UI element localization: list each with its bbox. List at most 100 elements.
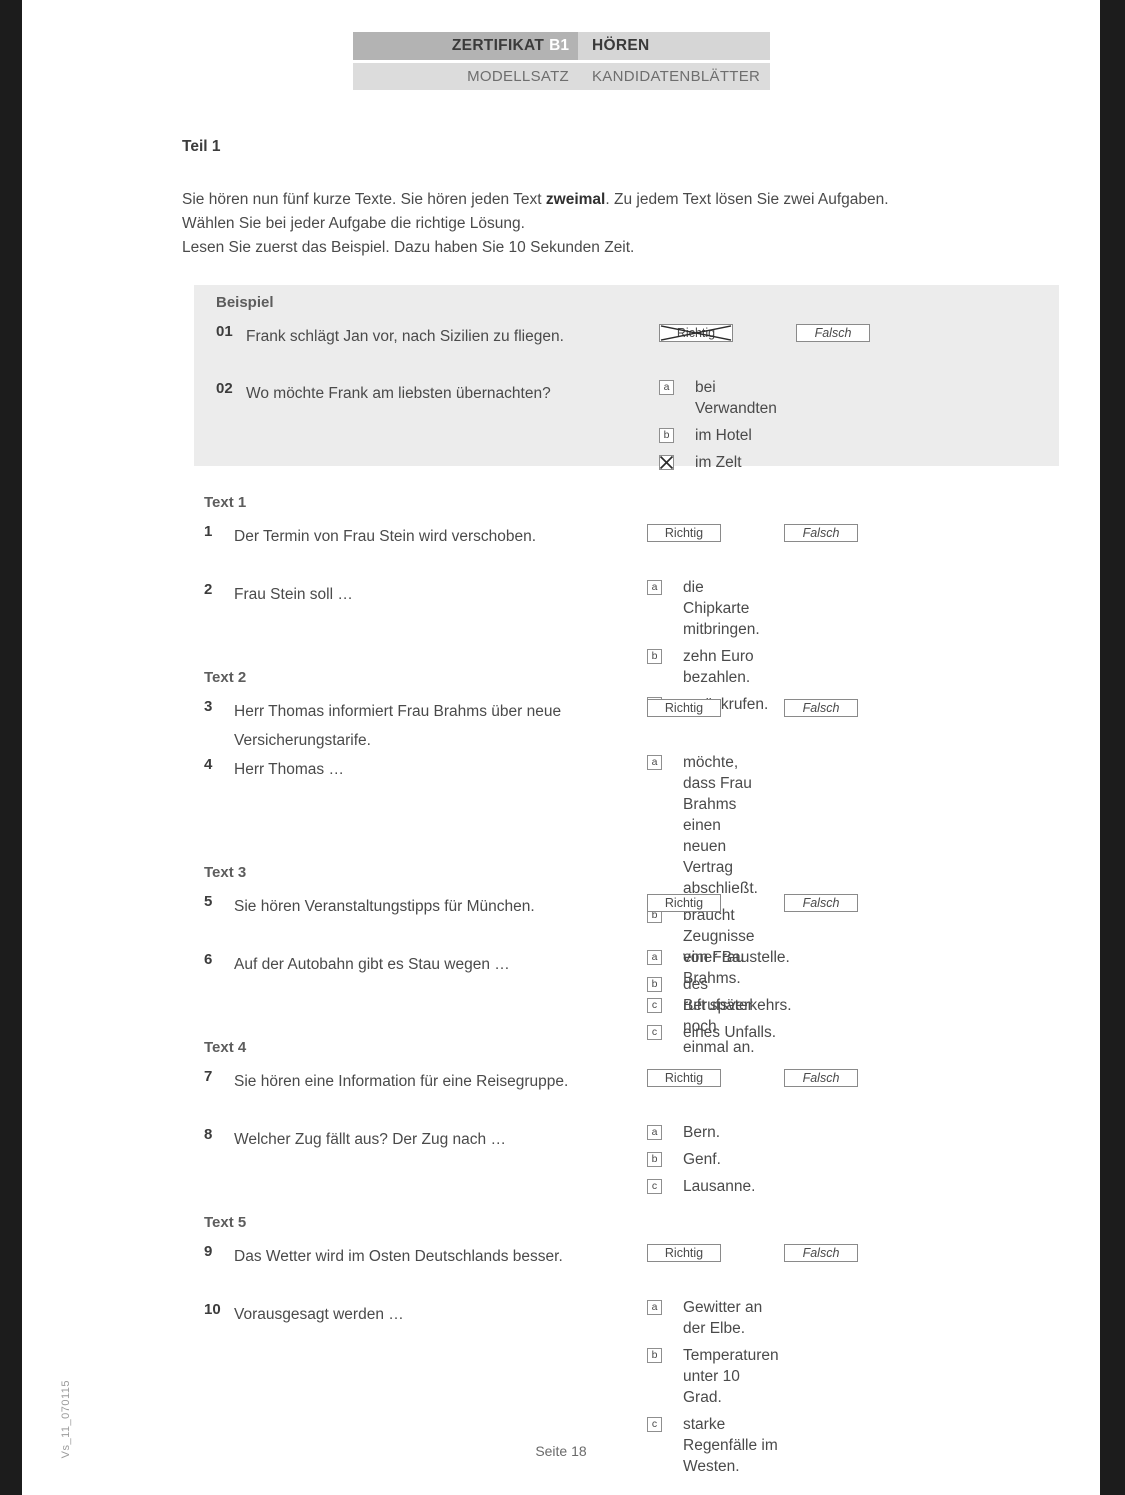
option-checkbox[interactable]: c [647, 1025, 662, 1040]
option-b[interactable]: b Genf. [647, 1149, 755, 1170]
question-number: 02 [216, 380, 233, 397]
option-a[interactable]: a bei Verwandten [659, 377, 777, 419]
header-certificate-cell: ZERTIFIKAT B1 [353, 32, 578, 60]
richtig-option[interactable]: Richtig [647, 524, 721, 542]
question-text: Der Termin von Frau Stein wird verschobe… [234, 528, 537, 545]
option-label: eines Unfalls. [683, 1024, 777, 1041]
option-b[interactable]: b zehn Euro bezahlen. [647, 646, 768, 688]
option-letter: a [663, 381, 670, 394]
question-number: 8 [204, 1126, 213, 1143]
richtig-label: Richtig [664, 896, 704, 910]
richtig-label: Richtig [664, 1071, 704, 1085]
option-letter: a [651, 951, 658, 964]
option-checkbox[interactable]: b [647, 1152, 662, 1167]
question-text: Welcher Zug fällt aus? Der Zug nach … [234, 1131, 506, 1148]
falsch-option[interactable]: Falsch [796, 324, 870, 342]
option-checkbox[interactable]: a [647, 580, 662, 595]
option-checkbox[interactable]: a [647, 1300, 662, 1315]
richtig-option[interactable]: Richtig [659, 324, 733, 342]
skill-label: HÖREN [592, 37, 650, 54]
instructions-line-1b: . Zu jedem Text lösen Sie zwei Aufgaben. [605, 191, 889, 208]
page-number-footer: Seite 18 [535, 1443, 587, 1459]
option-letter: b [651, 1153, 658, 1166]
header-sheet-cell: KANDIDATENBLÄTTER [578, 62, 770, 90]
options-group: a Bern. b Genf. c Lausanne. [647, 1122, 755, 1203]
option-label: Temperaturen unter 10 Grad. [683, 1347, 779, 1406]
option-checkbox[interactable]: b [647, 649, 662, 664]
option-c[interactable]: c Lausanne. [647, 1176, 755, 1197]
option-a[interactable]: a Bern. [647, 1122, 755, 1143]
option-label: im Zelt [695, 454, 742, 471]
falsch-label: Falsch [802, 1071, 840, 1085]
falsch-label: Falsch [802, 1246, 840, 1260]
question-number: 4 [204, 756, 213, 773]
richtig-label: Richtig [664, 701, 704, 715]
section-heading-text-1: Text 1 [204, 494, 247, 511]
richtig-option[interactable]: Richtig [647, 1069, 721, 1087]
option-checkbox[interactable]: c [647, 1179, 662, 1194]
option-a[interactable]: a Gewitter an der Elbe. [647, 1297, 779, 1339]
falsch-option[interactable]: Falsch [784, 1069, 858, 1087]
header-row-secondary: MODELLSATZ KANDIDATENBLÄTTER [353, 62, 770, 90]
option-checkbox[interactable]: a [647, 950, 662, 965]
option-label: Gewitter an der Elbe. [683, 1299, 763, 1337]
option-letter: a [651, 756, 658, 769]
question-text: Vorausgesagt werden … [234, 1306, 404, 1323]
option-checkbox[interactable]: b [647, 1348, 662, 1363]
question-number: 3 [204, 698, 213, 715]
section-heading-text-4: Text 4 [204, 1039, 247, 1056]
falsch-option[interactable]: Falsch [784, 894, 858, 912]
option-label: möchte, dass Frau Brahms einen neuen Ver… [683, 754, 758, 897]
option-checkbox-selected[interactable]: c [659, 455, 674, 470]
exam-header-banner: ZERTIFIKAT B1 HÖREN MODELLSATZ KANDIDATE… [353, 32, 770, 90]
option-letter: c [651, 1180, 658, 1193]
richtig-option[interactable]: Richtig [647, 699, 721, 717]
falsch-label: Falsch [802, 701, 840, 715]
page-title: Teil 1 [182, 138, 221, 155]
option-checkbox[interactable]: c [647, 1417, 662, 1432]
falsch-label: Falsch [802, 526, 840, 540]
option-checkbox[interactable]: b [659, 428, 674, 443]
falsch-option[interactable]: Falsch [784, 1244, 858, 1262]
option-label: Bern. [683, 1124, 721, 1141]
instructions-line-3: Lesen Sie zuerst das Beispiel. Dazu habe… [182, 239, 635, 256]
example-heading: Beispiel [216, 294, 274, 311]
option-b[interactable]: b im Hotel [659, 425, 777, 446]
richtig-option[interactable]: Richtig [647, 894, 721, 912]
option-c[interactable]: c im Zelt [659, 452, 777, 473]
question-text: Frank schlägt Jan vor, nach Sizilien zu … [246, 328, 564, 345]
option-checkbox[interactable]: a [647, 1125, 662, 1140]
option-c[interactable]: c eines Unfalls. [647, 1022, 792, 1043]
option-a[interactable]: a die Chipkarte mitbringen. [647, 577, 768, 640]
richtig-label: Richtig [664, 526, 704, 540]
question-text: Sie hören Veranstaltungstipps für Münche… [234, 898, 535, 915]
option-letter: a [651, 581, 658, 594]
question-text: Herr Thomas … [234, 761, 344, 778]
option-checkbox[interactable]: a [647, 755, 662, 770]
certificate-label: ZERTIFIKAT [451, 37, 545, 54]
options-group: a einer Baustelle. b des Berufsverkehrs.… [647, 947, 792, 1049]
question-number: 10 [204, 1301, 221, 1318]
instructions-block: Sie hören nun fünf kurze Texte. Sie höre… [182, 188, 1002, 260]
option-letter: b [651, 1349, 658, 1362]
question-number: 01 [216, 323, 233, 340]
question-text: Auf der Autobahn gibt es Stau wegen … [234, 956, 510, 973]
question-text: Herr Thomas informiert Frau Brahms über … [234, 703, 562, 749]
question-number: 7 [204, 1068, 213, 1085]
falsch-option[interactable]: Falsch [784, 524, 858, 542]
option-b[interactable]: b des Berufsverkehrs. [647, 974, 792, 1016]
question-number: 2 [204, 581, 213, 598]
falsch-label: Falsch [802, 896, 840, 910]
option-b[interactable]: b Temperaturen unter 10 Grad. [647, 1345, 779, 1408]
option-letter: a [651, 1301, 658, 1314]
option-checkbox[interactable]: b [647, 977, 662, 992]
section-heading-text-2: Text 2 [204, 669, 247, 686]
option-letter: b [651, 650, 658, 663]
falsch-option[interactable]: Falsch [784, 699, 858, 717]
options-group: a bei Verwandten b im Hotel c [659, 377, 777, 479]
option-checkbox[interactable]: a [659, 380, 674, 395]
richtig-option[interactable]: Richtig [647, 1244, 721, 1262]
option-a[interactable]: a einer Baustelle. [647, 947, 792, 968]
version-code: Vs_11_070115 [60, 1380, 72, 1459]
option-a[interactable]: a möchte, dass Frau Brahms einen neuen V… [647, 752, 758, 899]
